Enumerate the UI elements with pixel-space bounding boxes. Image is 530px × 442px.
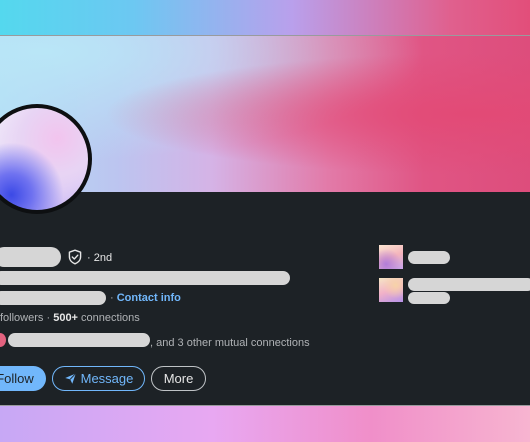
more-button[interactable]: More: [151, 366, 206, 391]
profile-card: · 2nd · Contact info followers · 500+ co…: [0, 35, 530, 406]
paper-plane-icon: [64, 373, 76, 384]
experience-placeholder: [408, 251, 450, 264]
location-placeholder: [0, 291, 106, 305]
verified-shield-icon: [68, 249, 82, 265]
contact-info-link[interactable]: · Contact info: [110, 292, 181, 304]
name-placeholder: [0, 247, 61, 267]
connections-separator: ·: [46, 312, 51, 324]
education-placeholder-2: [408, 292, 450, 304]
contact-info-label[interactable]: Contact info: [117, 292, 181, 304]
experience-logo[interactable]: [379, 245, 403, 269]
mutual-connections-text[interactable]: , and 3 other mutual connections: [150, 337, 310, 349]
headline-placeholder: [0, 271, 290, 285]
connections-label[interactable]: connections: [81, 312, 140, 324]
education-logo[interactable]: [379, 278, 403, 302]
follow-button[interactable]: Follow: [0, 366, 46, 391]
followers-connections: followers · 500+ connections: [0, 312, 140, 324]
mutual-names-placeholder: [8, 333, 150, 347]
background-gradient-bottom: [0, 406, 530, 442]
connection-degree: · 2nd: [87, 252, 113, 264]
message-button[interactable]: Message: [52, 366, 145, 391]
followers-label: followers: [0, 312, 44, 324]
more-label: More: [163, 371, 194, 386]
mutual-connection-avatar[interactable]: [0, 333, 6, 347]
education-placeholder-1: [408, 278, 530, 291]
message-label: Message: [80, 371, 134, 386]
follow-label: Follow: [0, 371, 34, 386]
contact-separator: ·: [110, 292, 114, 304]
connections-count[interactable]: 500+: [53, 312, 78, 324]
